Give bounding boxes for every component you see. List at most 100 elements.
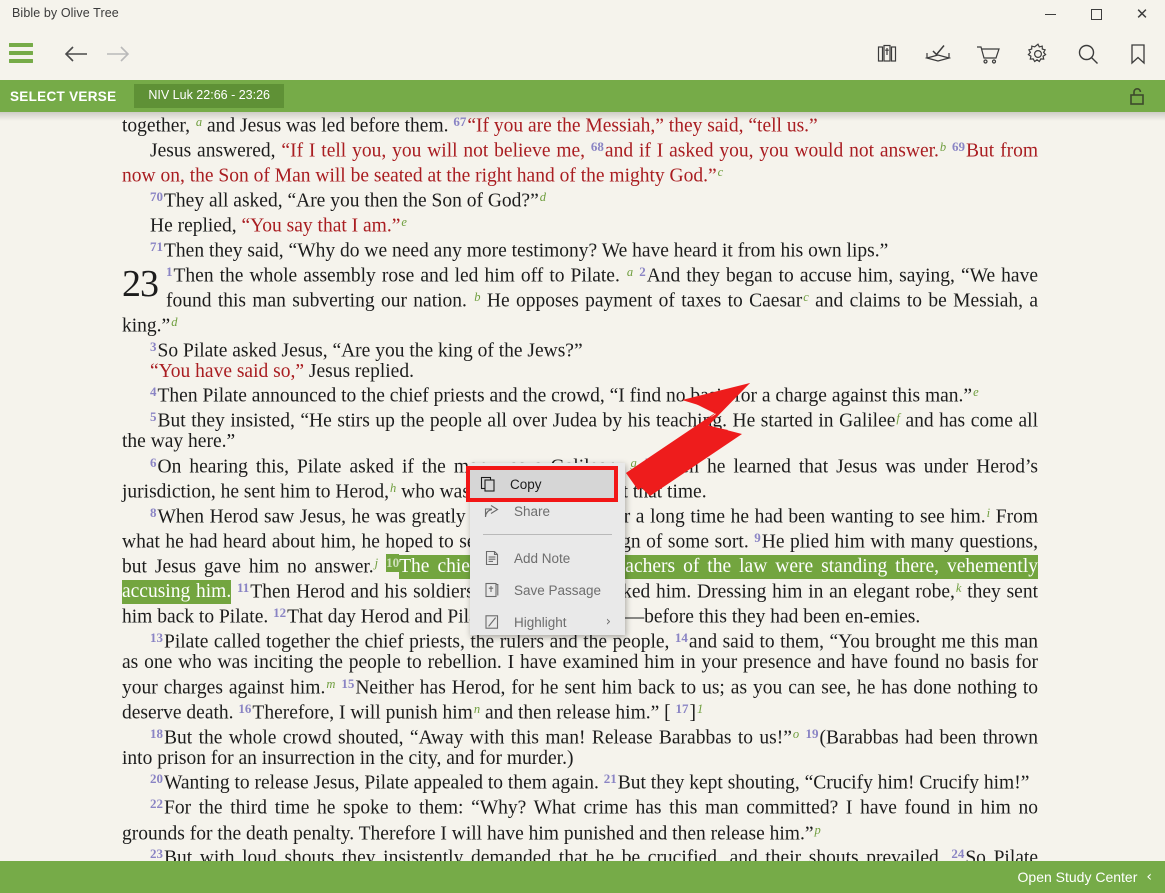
context-menu-item-highlight[interactable]: Highlight›: [470, 606, 625, 638]
select-verse-label: SELECT VERSE: [10, 89, 116, 104]
minimize-button[interactable]: [1027, 0, 1073, 28]
verse-number: 9: [754, 530, 762, 545]
verse-number: 11: [237, 580, 250, 595]
scripture-paragraph: 22For the third time he spoke to them: “…: [122, 794, 1038, 844]
verse-number: 20: [150, 771, 164, 786]
verse-number: 5: [150, 409, 158, 424]
highlight-icon: [483, 613, 501, 631]
context-menu-item-save-passage[interactable]: Save Passage: [470, 574, 625, 606]
open-study-center-button[interactable]: Open Study Center: [1018, 869, 1138, 885]
footnote-marker[interactable]: b: [473, 290, 480, 304]
verse-number: 12: [273, 605, 287, 620]
context-menu-item-label: Share: [514, 504, 550, 519]
scripture-paragraph: 20Wanting to release Jesus, Pilate appea…: [122, 769, 1038, 794]
verse-number: 18: [150, 726, 164, 741]
scripture-span: Wanting to release Jesus, Pilate appeale…: [164, 773, 604, 794]
scripture-paragraph: 231Then the whole assembly rose and led …: [122, 262, 1038, 337]
scripture-span: Jesus replied.: [304, 361, 414, 382]
close-icon: ✕: [1136, 7, 1149, 22]
scripture-span: But they kept shouting, “Crucify him! Cr…: [618, 773, 1030, 794]
share-icon: [483, 502, 501, 520]
verse-number: 69: [952, 139, 966, 154]
scripture-paragraph: 13Pilate called together the chief pries…: [122, 628, 1038, 724]
verse-number: 67: [453, 114, 467, 129]
scripture-span: Then Pilate announced to the chief pries…: [158, 386, 973, 407]
scripture-span: Jesus answered,: [150, 141, 281, 162]
footnote-marker[interactable]: e: [972, 385, 979, 399]
library-icon[interactable]: [873, 39, 903, 69]
footnote-marker[interactable]: c: [717, 165, 724, 179]
footnote-marker[interactable]: p: [813, 823, 820, 837]
title-bar: Bible by Olive Tree ✕: [0, 0, 1165, 28]
footnote-marker[interactable]: d: [539, 190, 546, 204]
scripture-paragraph: 3So Pilate asked Jesus, “Are you the kin…: [122, 337, 1038, 362]
verse-number: 22: [150, 796, 164, 811]
context-menu-item-add-note[interactable]: Add Note: [470, 542, 625, 574]
minimize-icon: [1045, 14, 1056, 15]
verse-number: 15: [341, 676, 355, 691]
save-passage-icon: [483, 581, 501, 599]
scripture-span: But with loud shouts they insistently de…: [164, 848, 951, 861]
main-toolbar: [0, 28, 1165, 80]
copy-icon: [479, 475, 497, 493]
verse-number: 6: [150, 455, 158, 470]
verse-number: 71: [150, 239, 164, 254]
forward-button[interactable]: [104, 40, 132, 68]
footnote-marker[interactable]: m: [325, 677, 335, 691]
maximize-icon: [1091, 9, 1102, 20]
note-icon: [483, 549, 501, 567]
scripture-span: But they insisted, “He stirs up the peop…: [158, 411, 896, 432]
verse-number: 3: [150, 339, 158, 354]
verse-number: 13: [150, 630, 164, 645]
scripture-span: For the third time he spoke to them: “Wh…: [122, 798, 1038, 844]
scripture-paragraph: He replied, “You say that I am.”e: [122, 212, 1038, 237]
verse-number: 4: [150, 384, 158, 399]
back-button[interactable]: [62, 40, 90, 68]
footnote-marker[interactable]: d: [170, 315, 177, 329]
verse-reference-button[interactable]: NIV Luk 22:66 - 23:26: [134, 84, 284, 108]
bookmark-icon[interactable]: [1123, 39, 1153, 69]
unlock-icon[interactable]: [1127, 86, 1147, 106]
chapter-number: 23: [122, 265, 158, 303]
scripture-paragraph: 71Then they said, “Why do we need any mo…: [122, 237, 1038, 262]
cart-icon[interactable]: [973, 39, 1003, 69]
scripture-span: and Jesus was led before them.: [202, 115, 453, 136]
gear-icon[interactable]: [1023, 39, 1053, 69]
footer-bar: Open Study Center ‹: [0, 861, 1165, 893]
hamburger-menu-icon[interactable]: [9, 41, 33, 65]
words-of-christ: “You say that I am.”: [242, 215, 401, 236]
verse-number: 23: [150, 846, 164, 861]
verse-number: 19: [806, 726, 820, 741]
verse-number: 8: [150, 505, 158, 520]
close-button[interactable]: ✕: [1119, 0, 1165, 28]
context-menu-item-label: Save Passage: [514, 583, 601, 598]
app-window: Bible by Olive Tree ✕: [0, 0, 1165, 893]
select-verse-bar: SELECT VERSE NIV Luk 22:66 - 23:26: [0, 80, 1165, 112]
scripture-paragraph: 23But with loud shouts they insistently …: [122, 844, 1038, 861]
verse-number: 1: [166, 264, 174, 279]
words-of-christ: and if I asked you, you would not answer…: [605, 141, 939, 162]
scripture-span: [378, 556, 386, 577]
footnote-marker[interactable]: n: [473, 702, 480, 716]
context-menu-item-copy[interactable]: Copy: [466, 466, 618, 502]
window-controls: ✕: [1027, 0, 1165, 28]
scripture-span: They all asked, “Are you then the Son of…: [164, 190, 539, 211]
scripture-paragraph: Jesus answered, “If I tell you, you will…: [122, 137, 1038, 187]
scripture-span: —before this they had been en-emies.: [620, 606, 921, 627]
footnote-marker[interactable]: e: [400, 215, 407, 229]
app-title: Bible by Olive Tree: [12, 6, 119, 20]
footnote-marker[interactable]: 1: [696, 702, 703, 716]
scripture-span: So Pilate asked Jesus, “Are you the king…: [158, 340, 583, 361]
verse-number: 70: [150, 189, 164, 204]
chevron-right-icon: ›: [606, 615, 611, 630]
words-of-christ: “If I tell you, you will not believe me,: [281, 141, 591, 162]
chevron-left-icon[interactable]: ‹: [1146, 869, 1152, 885]
maximize-button[interactable]: [1073, 0, 1119, 28]
context-menu-item-label: Add Note: [514, 551, 570, 566]
scripture-paragraph: 5But they insisted, “He stirs up the peo…: [122, 407, 1038, 453]
verse-number: 10: [386, 554, 399, 572]
arrow-right-icon: [105, 45, 131, 63]
verse-number: 17: [676, 701, 690, 716]
search-icon[interactable]: [1073, 39, 1103, 69]
reading-plan-icon[interactable]: [923, 39, 953, 69]
